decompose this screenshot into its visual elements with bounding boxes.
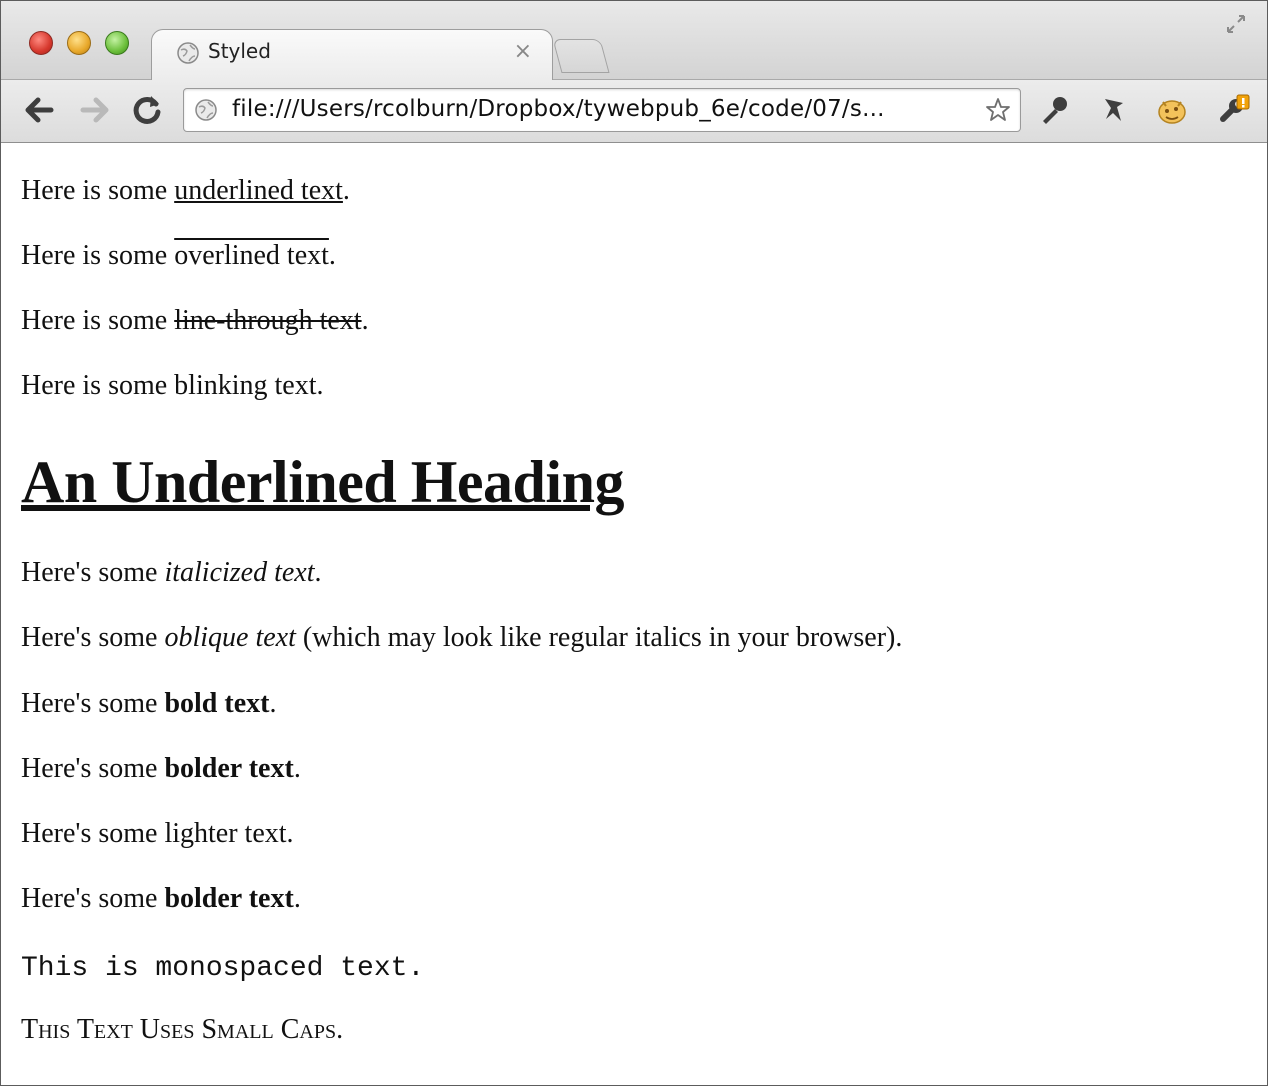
oblique-text: oblique text — [164, 622, 296, 653]
wrench-key-icon[interactable] — [1037, 93, 1071, 127]
underline-paragraph: Here is some underlined text. — [21, 175, 350, 207]
paragraph-text: . — [293, 753, 301, 784]
zoom-window-button[interactable] — [105, 31, 129, 55]
bold-paragraph: Here's some bold text. — [21, 688, 276, 720]
bolder-text: bolder text — [164, 883, 294, 914]
cookie-extension-icon[interactable] — [1155, 93, 1189, 127]
paragraph-text: . — [361, 305, 369, 336]
wrench-menu-icon[interactable] — [1217, 93, 1251, 127]
monospaced-paragraph: This is monospaced text. — [21, 953, 425, 984]
forward-arrow-icon[interactable] — [77, 92, 113, 128]
paragraph-text: Here's some — [21, 557, 165, 588]
pin-icon[interactable] — [1097, 93, 1131, 127]
close-window-button[interactable] — [29, 31, 53, 55]
toolbar: file:///Users/rcolburn/Dropbox/tywebpub_… — [1, 80, 1267, 143]
paragraph-text: Here's some — [21, 753, 165, 784]
tab-styled[interactable]: Styled × — [151, 29, 553, 80]
reload-icon[interactable] — [129, 92, 165, 128]
close-tab-icon[interactable]: × — [514, 39, 532, 64]
paragraph-text: Here's some — [21, 688, 165, 719]
star-icon[interactable] — [984, 96, 1012, 124]
paragraph-text: . — [342, 175, 350, 206]
page-info-icon[interactable] — [194, 98, 218, 122]
bold-text: bold text — [164, 688, 270, 719]
italic-text: italicized text — [164, 557, 315, 588]
paragraph-text: Here's some — [21, 622, 165, 653]
lighter-paragraph: Here's some lighter text. — [21, 818, 294, 849]
paragraph-text: . — [328, 240, 336, 271]
tab-strip: Styled × — [1, 1, 1267, 80]
bolder-text: bolder text — [164, 753, 294, 784]
browser-window: Styled × file:///Users/rcolburn/Dropbox/… — [0, 0, 1268, 1086]
new-tab-button[interactable] — [552, 39, 610, 73]
bolder-paragraph-2: Here's some bolder text. — [21, 883, 301, 915]
underlined-text: underlined text — [174, 175, 343, 206]
bolder-paragraph: Here's some bolder text. — [21, 753, 301, 785]
paragraph-text: . — [293, 883, 301, 914]
line-through-text: line-through text — [174, 305, 362, 336]
minimize-window-button[interactable] — [67, 31, 91, 55]
paragraph-text: . — [269, 688, 277, 719]
globe-icon — [177, 42, 199, 64]
back-arrow-icon[interactable] — [21, 92, 57, 128]
line-through-paragraph: Here is some line-through text. — [21, 305, 369, 337]
paragraph-text: . — [314, 557, 322, 588]
fullscreen-icon[interactable] — [1225, 13, 1247, 35]
paragraph-text: Here is some — [21, 175, 175, 206]
paragraph-text: Here is some — [21, 305, 175, 336]
blinking-paragraph: Here is some blinking text. — [21, 370, 324, 401]
paragraph-text: Here's some — [21, 883, 165, 914]
paragraph-text: Here is some — [21, 240, 175, 271]
address-bar[interactable]: file:///Users/rcolburn/Dropbox/tywebpub_… — [183, 88, 1021, 132]
paragraph-text: (which may look like regular italics in … — [295, 622, 903, 653]
oblique-paragraph: Here's some oblique text (which may look… — [21, 622, 902, 654]
underlined-heading: An Underlined Heading — [21, 449, 624, 515]
italic-paragraph: Here's some italicized text. — [21, 557, 322, 589]
url-text[interactable]: file:///Users/rcolburn/Dropbox/tywebpub_… — [232, 96, 885, 122]
overlined-text: overlined text — [174, 240, 329, 271]
small-caps-paragraph: This Text Uses Small Caps. — [21, 1014, 344, 1045]
tab-title: Styled — [208, 39, 271, 63]
page-content: Here is some underlined text. Here is so… — [21, 143, 1267, 1085]
overline-paragraph: Here is some overlined text. — [21, 240, 336, 272]
